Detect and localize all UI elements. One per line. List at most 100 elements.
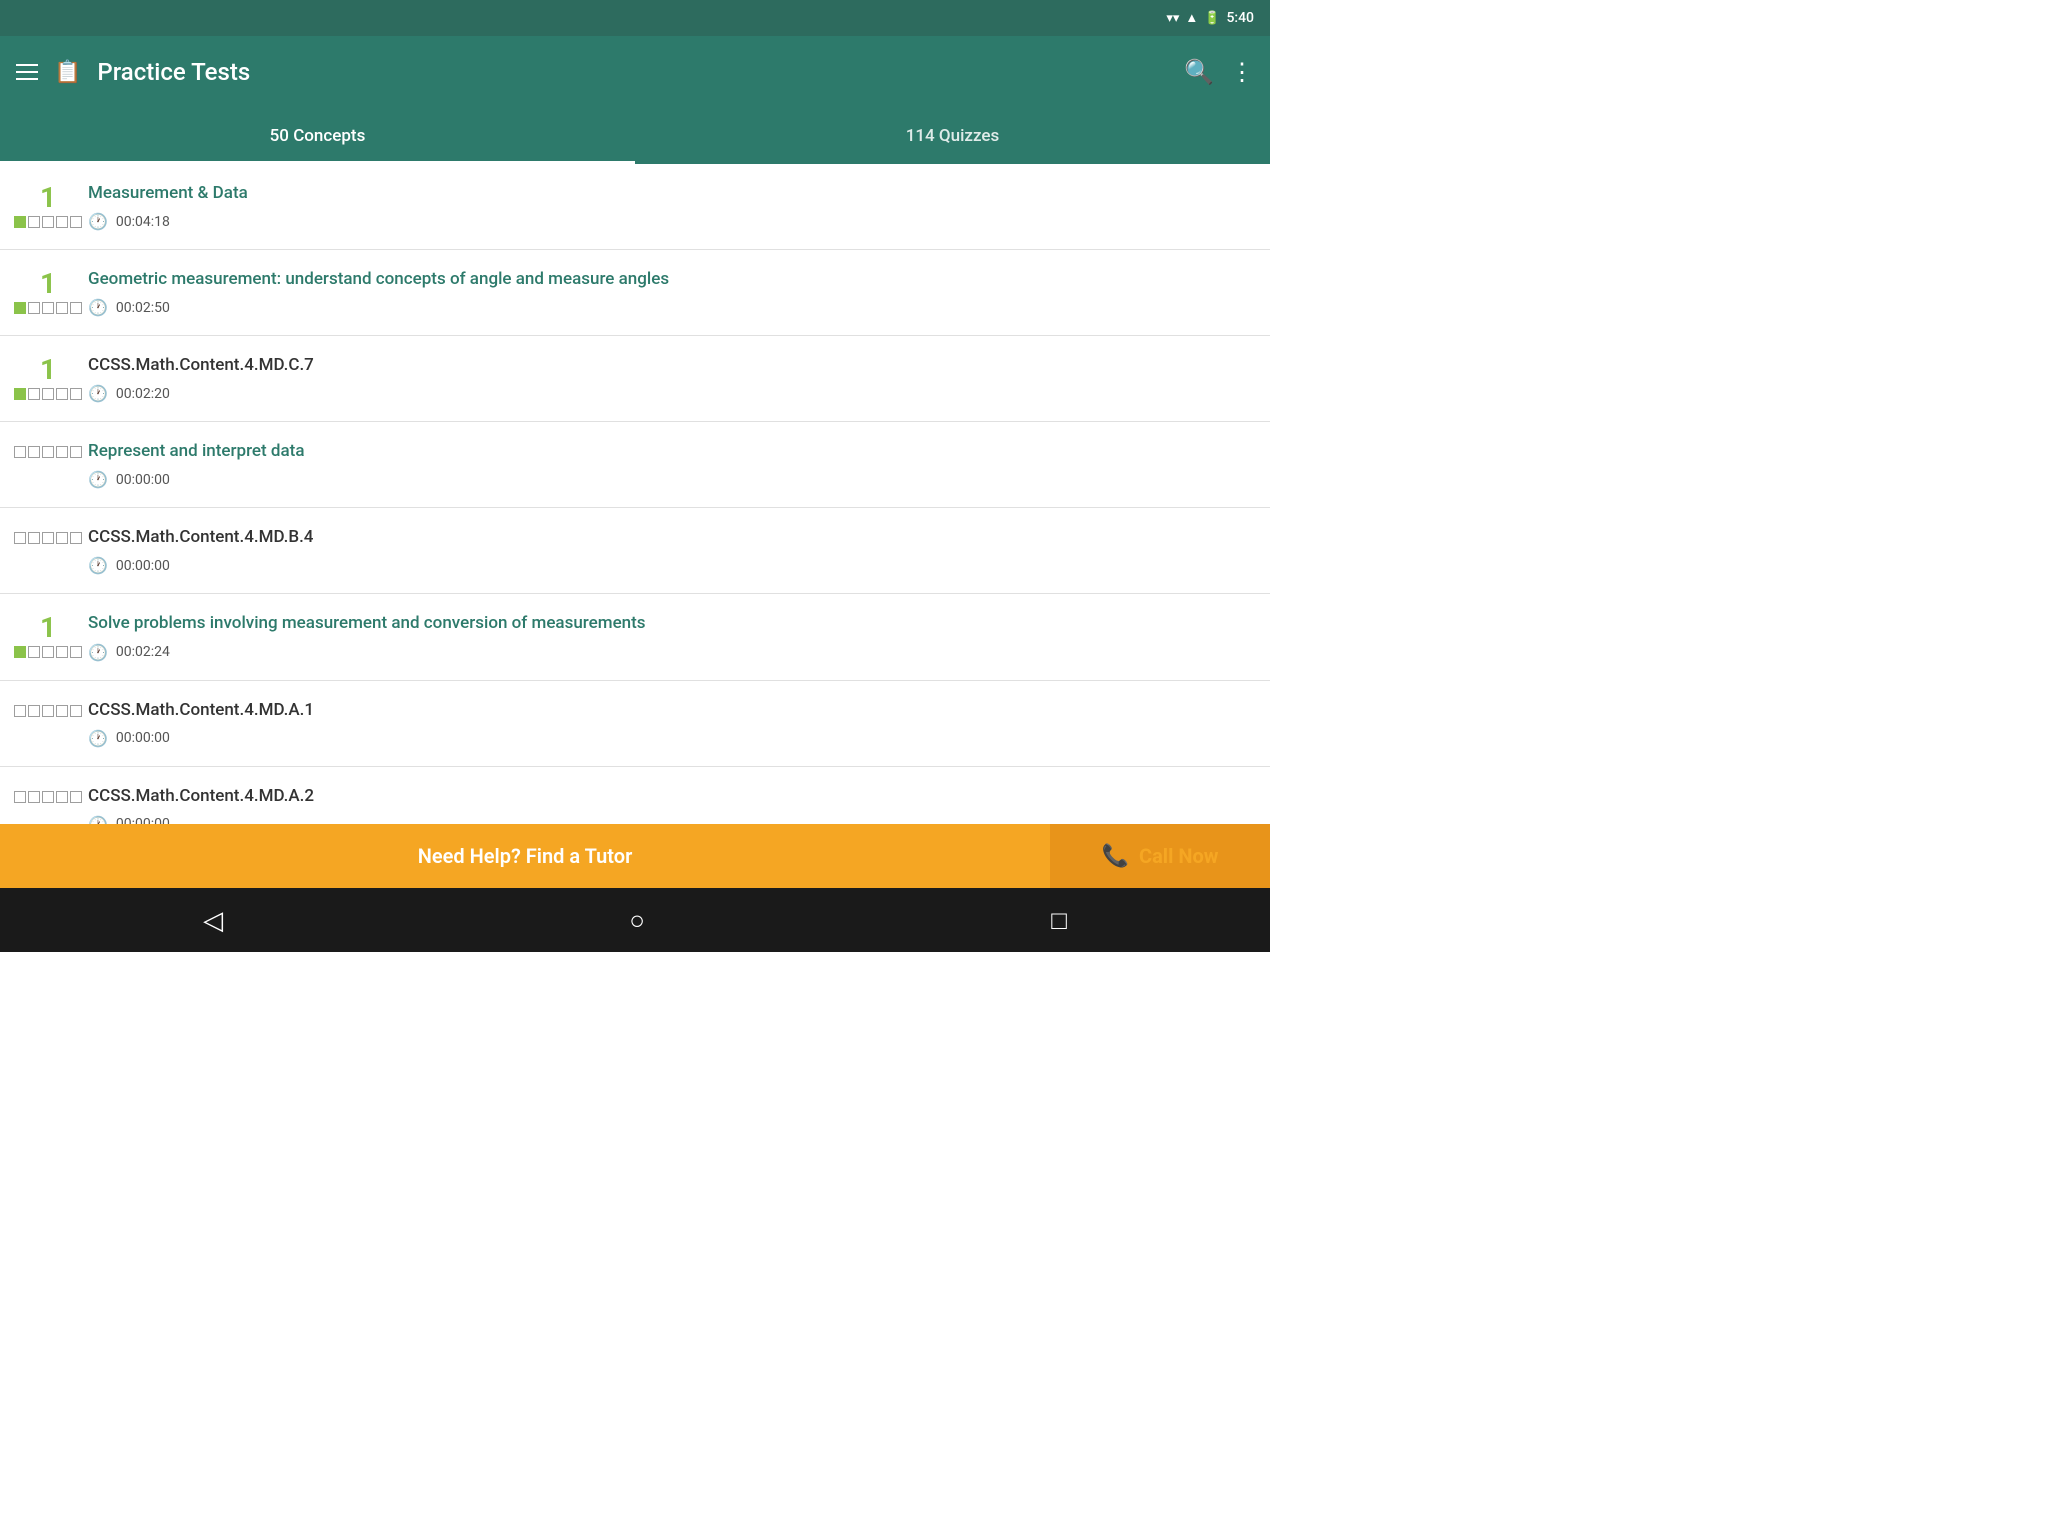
star-filled: [14, 302, 26, 314]
tab-bar: 50 Concepts 114 Quizzes: [0, 108, 1270, 164]
star-row: [14, 302, 82, 314]
item-left: 1: [8, 354, 88, 400]
star-empty: [28, 705, 40, 717]
star-empty: [56, 791, 68, 803]
star-empty: [42, 791, 54, 803]
item-left: 1: [8, 268, 88, 314]
star-empty: [42, 705, 54, 717]
item-title: CCSS.Math.Content.4.MD.B.4: [88, 526, 1254, 548]
star-empty: [14, 705, 26, 717]
item-right: CCSS.Math.Content.4.MD.A.2 🕐 00:00:00: [88, 785, 1254, 824]
star-empty: [28, 646, 40, 658]
item-time: 🕐 00:00:00: [88, 729, 1254, 748]
list-item[interactable]: CCSS.Math.Content.4.MD.A.1 🕐 00:00:00: [0, 681, 1270, 767]
time-value: 00:00:00: [116, 730, 170, 746]
banner-help-text[interactable]: Need Help? Find a Tutor: [0, 824, 1050, 888]
star-empty: [42, 302, 54, 314]
list-item[interactable]: Represent and interpret data 🕐 00:00:00: [0, 422, 1270, 508]
item-time: 🕐 00:02:50: [88, 298, 1254, 317]
item-right: Represent and interpret data 🕐 00:00:00: [88, 440, 1254, 489]
battery-icon: 🔋: [1204, 11, 1220, 26]
clock-icon: 🕐: [88, 298, 108, 317]
item-right: Geometric measurement: understand concep…: [88, 268, 1254, 317]
star-empty: [70, 302, 82, 314]
item-left: [8, 699, 88, 717]
item-time: 🕐 00:00:00: [88, 556, 1254, 575]
star-row: [14, 446, 82, 458]
signal-icon: ▲: [1185, 10, 1198, 26]
star-empty: [70, 446, 82, 458]
list-item[interactable]: 1 Solve problems involving measurement a…: [0, 594, 1270, 680]
star-empty: [28, 446, 40, 458]
item-title: Solve problems involving measurement and…: [88, 612, 1254, 634]
clock-icon: 🕐: [88, 556, 108, 575]
star-empty: [42, 216, 54, 228]
back-button[interactable]: ◁: [203, 905, 223, 936]
star-filled: [14, 216, 26, 228]
item-left: 1: [8, 612, 88, 658]
content-list: 1 Measurement & Data 🕐 00:04:18 1 Geomet…: [0, 164, 1270, 824]
star-empty: [14, 532, 26, 544]
item-title: CCSS.Math.Content.4.MD.C.7: [88, 354, 1254, 376]
phone-icon: 📞: [1102, 844, 1129, 869]
list-item[interactable]: CCSS.Math.Content.4.MD.A.2 🕐 00:00:00: [0, 767, 1270, 824]
star-row: [14, 216, 82, 228]
app-bar-right: 🔍 ⋮: [1184, 58, 1254, 87]
star-empty: [56, 532, 68, 544]
call-now-button[interactable]: 📞 Call Now: [1050, 824, 1270, 888]
item-number: 1: [40, 614, 56, 642]
star-empty: [56, 302, 68, 314]
star-empty: [56, 216, 68, 228]
list-item[interactable]: 1 CCSS.Math.Content.4.MD.C.7 🕐 00:02:20: [0, 336, 1270, 422]
time-value: 00:00:00: [116, 816, 170, 824]
item-time: 🕐 00:00:00: [88, 470, 1254, 489]
tab-114-quizzes[interactable]: 114 Quizzes: [635, 108, 1270, 164]
star-empty: [28, 388, 40, 400]
clock-icon: 🕐: [88, 815, 108, 824]
home-button[interactable]: ○: [629, 905, 645, 936]
clock-icon: 🕐: [88, 212, 108, 231]
clock-icon: 🕐: [88, 643, 108, 662]
star-empty: [28, 791, 40, 803]
menu-button[interactable]: [16, 64, 38, 80]
recent-button[interactable]: □: [1051, 905, 1067, 936]
tab-50-concepts[interactable]: 50 Concepts: [0, 108, 635, 164]
item-title: CCSS.Math.Content.4.MD.A.1: [88, 699, 1254, 721]
time-value: 00:02:20: [116, 386, 170, 402]
clock-icon: 🕐: [88, 470, 108, 489]
time-value: 00:00:00: [116, 558, 170, 574]
star-row: [14, 705, 82, 717]
status-bar: ▾▾ ▲ 🔋 5:40: [0, 0, 1270, 36]
list-item[interactable]: 1 Geometric measurement: understand conc…: [0, 250, 1270, 336]
item-right: CCSS.Math.Content.4.MD.A.1 🕐 00:00:00: [88, 699, 1254, 748]
star-empty: [28, 532, 40, 544]
clock-icon: 🕐: [88, 384, 108, 403]
star-empty: [70, 388, 82, 400]
star-filled: [14, 388, 26, 400]
list-item[interactable]: 1 Measurement & Data 🕐 00:04:18: [0, 164, 1270, 250]
star-empty: [28, 216, 40, 228]
more-button[interactable]: ⋮: [1230, 58, 1254, 87]
time-value: 00:00:00: [116, 472, 170, 488]
item-title: Measurement & Data: [88, 182, 1254, 204]
star-row: [14, 532, 82, 544]
bottom-banner: Need Help? Find a Tutor 📞 Call Now: [0, 824, 1270, 888]
star-empty: [42, 646, 54, 658]
item-left: [8, 440, 88, 458]
clock-icon: 🕐: [88, 729, 108, 748]
app-title: Practice Tests: [97, 58, 250, 86]
star-empty: [14, 446, 26, 458]
item-left: 1: [8, 182, 88, 228]
star-empty: [70, 532, 82, 544]
item-left: [8, 526, 88, 544]
star-empty: [42, 532, 54, 544]
status-icons: ▾▾ ▲ 🔋 5:40: [1166, 10, 1254, 26]
list-item[interactable]: CCSS.Math.Content.4.MD.B.4 🕐 00:00:00: [0, 508, 1270, 594]
item-title: Represent and interpret data: [88, 440, 1254, 462]
item-right: CCSS.Math.Content.4.MD.C.7 🕐 00:02:20: [88, 354, 1254, 403]
search-button[interactable]: 🔍: [1184, 58, 1214, 87]
star-empty: [70, 791, 82, 803]
star-empty: [56, 388, 68, 400]
item-time: 🕐 00:04:18: [88, 212, 1254, 231]
star-empty: [70, 646, 82, 658]
